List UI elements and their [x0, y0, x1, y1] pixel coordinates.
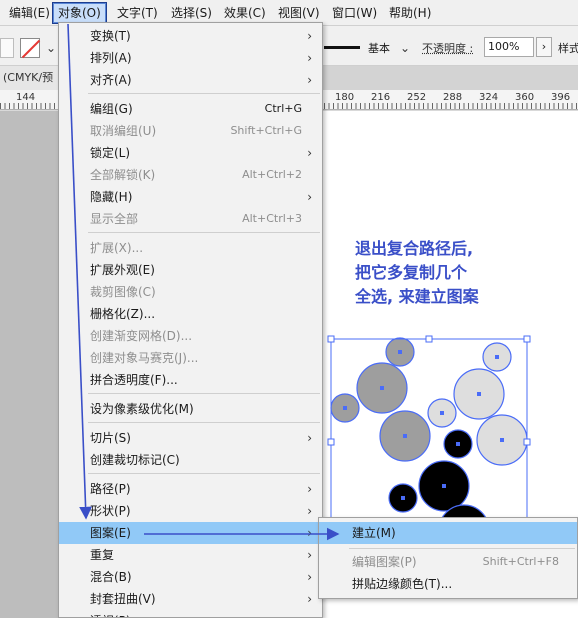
stroke-line-sample [324, 46, 360, 49]
menu-item-shape[interactable]: 形状(P) › [59, 500, 322, 522]
opacity-arrow-button[interactable]: › [536, 37, 552, 57]
menu-item-rasterize[interactable]: 栅格化(Z)... [59, 303, 322, 325]
menu-item-envelope-distort[interactable]: 封套扭曲(V) › [59, 588, 322, 610]
menu-item-crop-marks[interactable]: 创建裁切标记(C) [59, 449, 322, 471]
chevron-down-icon[interactable]: ⌄ [398, 40, 412, 56]
menu-select[interactable]: 选择(S) [167, 3, 216, 23]
ruler-number: 288 [443, 92, 463, 103]
chevron-right-icon: › [307, 592, 312, 606]
document-tab[interactable]: (CMYK/预 [0, 66, 58, 90]
resize-handle [327, 335, 335, 343]
menu-item-hide[interactable]: 隐藏(H) › [59, 186, 322, 208]
ruler-number: 360 [515, 92, 535, 103]
menu-separator [88, 422, 320, 423]
resize-handle [327, 438, 335, 446]
menu-separator [88, 93, 320, 94]
style-label[interactable]: 样式 [558, 40, 578, 56]
chevron-right-icon: › [307, 548, 312, 562]
chevron-right-icon: › [307, 482, 312, 496]
menu-item-perspective[interactable]: 透视(P)› [59, 610, 322, 617]
menu-item-pixel-optimize[interactable]: 设为像素级优化(M) [59, 398, 322, 420]
menu-item-path[interactable]: 路径(P) › [59, 478, 322, 500]
ruler-number: 180 [335, 92, 355, 103]
menu-object[interactable]: 对象(O) [52, 2, 107, 24]
menu-edit[interactable]: 编辑(E) [5, 3, 54, 23]
annotation-text: 退出复合路径后, 把它多复制几个 全选, 来建立图案 [355, 239, 479, 306]
selected-artwork[interactable] [322, 330, 578, 530]
menu-item-expand[interactable]: 扩展(X)... [59, 237, 322, 259]
ruler-number: 324 [479, 92, 499, 103]
menu-item-ungroup[interactable]: 取消编组(U) Shift+Ctrl+G [59, 120, 322, 142]
opacity-label[interactable]: 不透明度 : [422, 40, 473, 56]
stroke-swatch[interactable] [20, 38, 40, 58]
pattern-submenu: 建立(M) 编辑图案(P) Shift+Ctrl+F8 拼贴边缘颜色(T)... [318, 517, 578, 599]
menu-item-unlock-all[interactable]: 全部解锁(K) Alt+Ctrl+2 [59, 164, 322, 186]
menu-item-slice[interactable]: 切片(S) › [59, 427, 322, 449]
fill-swatch[interactable] [0, 38, 14, 58]
menu-item-group[interactable]: 编组(G) Ctrl+G [59, 98, 322, 120]
menu-item-lock[interactable]: 锁定(L) › [59, 142, 322, 164]
submenu-item-edit-pattern[interactable]: 编辑图案(P) Shift+Ctrl+F8 [319, 551, 577, 573]
object-menu-dropdown: 变换(T) › 排列(A) › 对齐(A) › 编组(G) Ctrl+G 取消编组(U)… [58, 22, 323, 618]
chevron-right-icon: › [307, 610, 312, 617]
menu-item-object-mosaic[interactable]: 创建对象马赛克(J)... [59, 347, 322, 369]
menu-view[interactable]: 视图(V) [274, 3, 324, 23]
resize-handle [523, 335, 531, 343]
menu-item-arrange[interactable]: 排列(A) › [59, 47, 322, 69]
menu-separator [88, 473, 320, 474]
submenu-item-make[interactable]: 建立(M) [319, 522, 577, 544]
menu-item-align[interactable]: 对齐(A) › [59, 69, 322, 91]
menu-separator [88, 232, 320, 233]
resize-handle [523, 438, 531, 446]
menu-separator [88, 393, 320, 394]
submenu-item-tile-edge-color[interactable]: 拼贴边缘颜色(T)... [319, 573, 577, 595]
menu-separator [349, 548, 575, 549]
menu-item-gradient-mesh[interactable]: 创建渐变网格(D)... [59, 325, 322, 347]
menu-item-repeat[interactable]: 重复 › [59, 544, 322, 566]
menu-help[interactable]: 帮助(H) [385, 3, 435, 23]
menu-type[interactable]: 文字(T) [113, 3, 162, 23]
menu-effect[interactable]: 效果(C) [220, 3, 270, 23]
chevron-right-icon: › [307, 504, 312, 518]
menu-item-flatten-transparency[interactable]: 拼合透明度(F)... [59, 369, 322, 391]
chevron-right-icon: › [307, 51, 312, 65]
menu-item-expand-appearance[interactable]: 扩展外观(E) [59, 259, 322, 281]
chevron-right-icon: › [307, 29, 312, 43]
ruler-number: 252 [407, 92, 427, 103]
chevron-right-icon: › [307, 146, 312, 160]
chevron-right-icon: › [307, 73, 312, 87]
chevron-right-icon: › [307, 526, 312, 540]
menu-item-transform[interactable]: 变换(T) › [59, 25, 322, 47]
chevron-right-icon: › [307, 570, 312, 584]
menu-item-pattern[interactable]: 图案(E) › [59, 522, 322, 544]
menu-item-show-all[interactable]: 显示全部 Alt+Ctrl+3 [59, 208, 322, 230]
menu-item-crop-image[interactable]: 裁剪图像(C) [59, 281, 322, 303]
stroke-style-label[interactable]: 基本 [368, 40, 390, 56]
ruler-number: 144 [16, 92, 36, 103]
chevron-right-icon: › [307, 431, 312, 445]
ruler-number: 396 [551, 92, 571, 103]
chevron-right-icon: › [307, 190, 312, 204]
menu-item-blend[interactable]: 混合(B) › [59, 566, 322, 588]
opacity-input[interactable]: 100% [484, 37, 534, 57]
resize-handle [425, 335, 433, 343]
menu-window[interactable]: 窗口(W) [328, 3, 381, 23]
chevron-down-icon[interactable]: ⌄ [44, 40, 58, 56]
ruler-number: 216 [371, 92, 391, 103]
